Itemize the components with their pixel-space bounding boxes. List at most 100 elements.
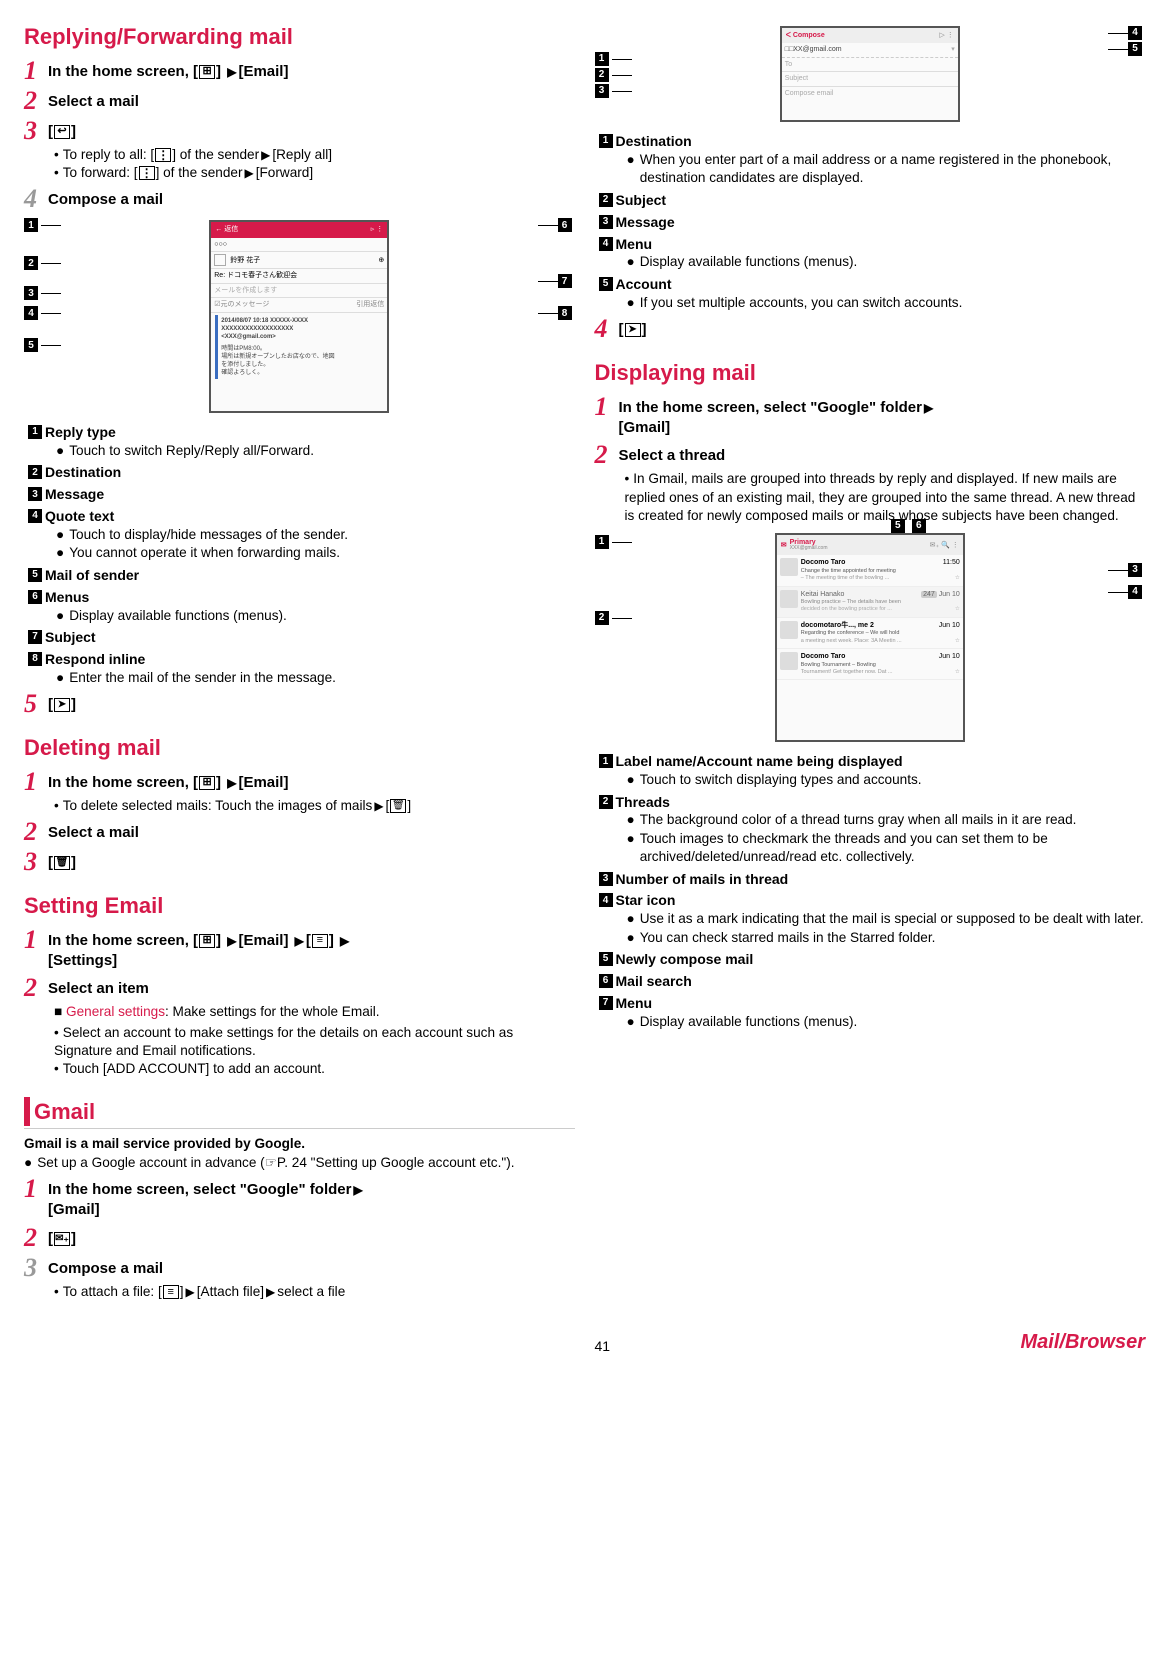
arrow-icon: ▶ <box>186 1285 195 1299</box>
thread-time: Jun 10 <box>939 591 960 598</box>
thread-subject: Bowling Tournament – Bowling <box>801 662 876 668</box>
step-text: [] <box>48 849 76 873</box>
callout-1: 1 <box>595 52 609 66</box>
step-4-text: Compose a mail <box>48 186 163 210</box>
thread-time: 11:50 <box>943 558 960 567</box>
t: ] <box>407 798 411 813</box>
step-num: 2 <box>24 1225 42 1251</box>
compose-icon <box>54 1232 70 1246</box>
page-number: 41 <box>184 1337 1021 1356</box>
step-text: In the home screen, [] ▶[Email] ▶[] ▶[Se… <box>48 927 351 972</box>
callout-5: 5 <box>24 338 38 352</box>
legend-title: Subject <box>616 191 667 210</box>
set-step-2-details: ■ General settings: Make settings for th… <box>24 1003 575 1021</box>
t: [Settings] <box>48 952 117 969</box>
disp-step-2: 2 Select a thread <box>595 442 1146 468</box>
legend-title: Destination <box>45 463 121 482</box>
step-text: Compose a mail <box>48 1255 163 1279</box>
legend-title: Account <box>616 275 672 294</box>
fig-quote: を添付しました。 <box>221 361 380 369</box>
t: ] <box>71 696 76 713</box>
step-2: 2 Select a mail <box>24 88 575 114</box>
apps-icon <box>199 65 215 79</box>
thread-badge: 247 <box>921 591 937 598</box>
heading-displaying: Displaying mail <box>595 358 1146 388</box>
t: P. 24 "Setting up Google account etc."). <box>277 1155 515 1170</box>
t: [Gmail] <box>619 419 671 436</box>
callout-5: 5 <box>891 519 905 533</box>
legend-title: Mail search <box>616 972 692 991</box>
thread-sender: Docomo Taro <box>801 652 846 661</box>
step-num: 2 <box>24 975 42 1001</box>
set-step-1: 1 In the home screen, [] ▶[Email] ▶[] ▶[… <box>24 927 575 972</box>
step-text: [] <box>48 1225 76 1249</box>
t: ] <box>642 321 647 338</box>
legend-title: Respond inline <box>45 650 145 669</box>
legend-detail: When you enter part of a mail address or… <box>640 151 1145 188</box>
gmail-step-2: 2 [] <box>24 1225 575 1251</box>
t: ] <box>180 1284 184 1299</box>
legend-title: Number of mails in thread <box>616 870 789 889</box>
callout-2: 2 <box>595 611 609 625</box>
fig-body: メールを作成します <box>214 286 277 295</box>
gmail-step-4: 4 [] <box>595 316 1146 342</box>
t: ] <box>71 854 76 871</box>
t: ] <box>216 774 221 791</box>
t: In the home screen, select "Google" fold… <box>619 399 922 416</box>
step-num: 2 <box>595 442 613 468</box>
legend-detail: Display available functions (menus). <box>69 607 287 625</box>
fig-back: ← 返信 <box>215 225 238 234</box>
gmail-step-3-bullets: To attach a file: []▶[Attach file]▶selec… <box>24 1283 575 1301</box>
heading-setting: Setting Email <box>24 891 575 921</box>
t: [ <box>619 321 624 338</box>
figure-compose-mail: 1 2 3 4 5 ← 返信 ▹ ⋮ ○○○ 鈴野 花子⊕ Re: ドコモ春子さ… <box>24 216 575 417</box>
t: ] of the sender <box>156 165 243 180</box>
t: [ <box>48 1230 53 1247</box>
set-step-2: 2 Select an item <box>24 975 575 1001</box>
apps-icon <box>199 776 215 790</box>
step-num: 1 <box>24 1176 42 1202</box>
callout-2: 2 <box>24 256 38 270</box>
thread-subject: Regarding the conference – We will hold <box>801 630 900 636</box>
legend-detail: Touch images to checkmark the threads an… <box>640 830 1145 867</box>
t: In the home screen, [ <box>48 63 198 80</box>
step-text: In the home screen, select "Google" fold… <box>48 1176 365 1221</box>
step-5: 5 [] <box>24 691 575 717</box>
thread-preview: Tournament! Get together now. Dat ... <box>801 669 893 676</box>
heading-deleting: Deleting mail <box>24 733 575 763</box>
fig-quote: 場所は新規オープンしたお店なので、地図 <box>221 353 380 361</box>
t: [ <box>48 123 53 140</box>
legend-detail: Touch to switch Reply/Reply all/Forward. <box>69 442 314 460</box>
step-num: 3 <box>24 849 42 875</box>
gmail-step-1: 1 In the home screen, select "Google" fo… <box>24 1176 575 1221</box>
thread-preview: – The meeting time of the bowling ... <box>801 575 890 582</box>
arrow-icon: ▶ <box>244 166 253 180</box>
legend-title: Quote text <box>45 507 114 526</box>
fig-header: ← 返信 ▹ ⋮ <box>211 222 387 237</box>
t: : Make settings for the whole Email. <box>165 1004 380 1019</box>
step-num: 4 <box>595 316 613 342</box>
arrow-icon: ▶ <box>227 65 236 79</box>
fig-quote: 確認よろしく。 <box>221 369 380 377</box>
del-step-1-bullets: To delete selected mails: Touch the imag… <box>24 797 575 815</box>
t: In the home screen, select "Google" fold… <box>48 1181 351 1198</box>
t: To reply to all: [ <box>63 147 154 162</box>
arrow-icon: ▶ <box>227 934 236 948</box>
legend-title: Message <box>616 213 675 232</box>
fig-body-ph: Compose email <box>785 89 834 98</box>
legend-title: Message <box>45 485 104 504</box>
fig-meta: 2014/08/07 10:18 XXXXX-XXXX <box>221 317 380 325</box>
legend-title: Reply type <box>45 423 116 442</box>
step-text: Select a thread <box>619 442 726 466</box>
t: [Gmail] <box>48 1201 100 1218</box>
t: To forward: [ <box>63 165 138 180</box>
legend-detail: Use it as a mark indicating that the mai… <box>640 910 1144 928</box>
fig-meta: <XXX@gmail.com> <box>221 333 380 341</box>
section-link[interactable]: Mail/Browser <box>1021 1329 1145 1356</box>
legend-2: 1Destination ●When you enter part of a m… <box>595 132 1146 312</box>
step-num-3: 3 <box>24 118 42 144</box>
fig-head-compose: Compose <box>793 32 825 39</box>
legend-title: Subject <box>45 628 96 647</box>
legend-title: Destination <box>616 132 692 151</box>
legend-detail: You can check starred mails in the Starr… <box>640 929 936 947</box>
